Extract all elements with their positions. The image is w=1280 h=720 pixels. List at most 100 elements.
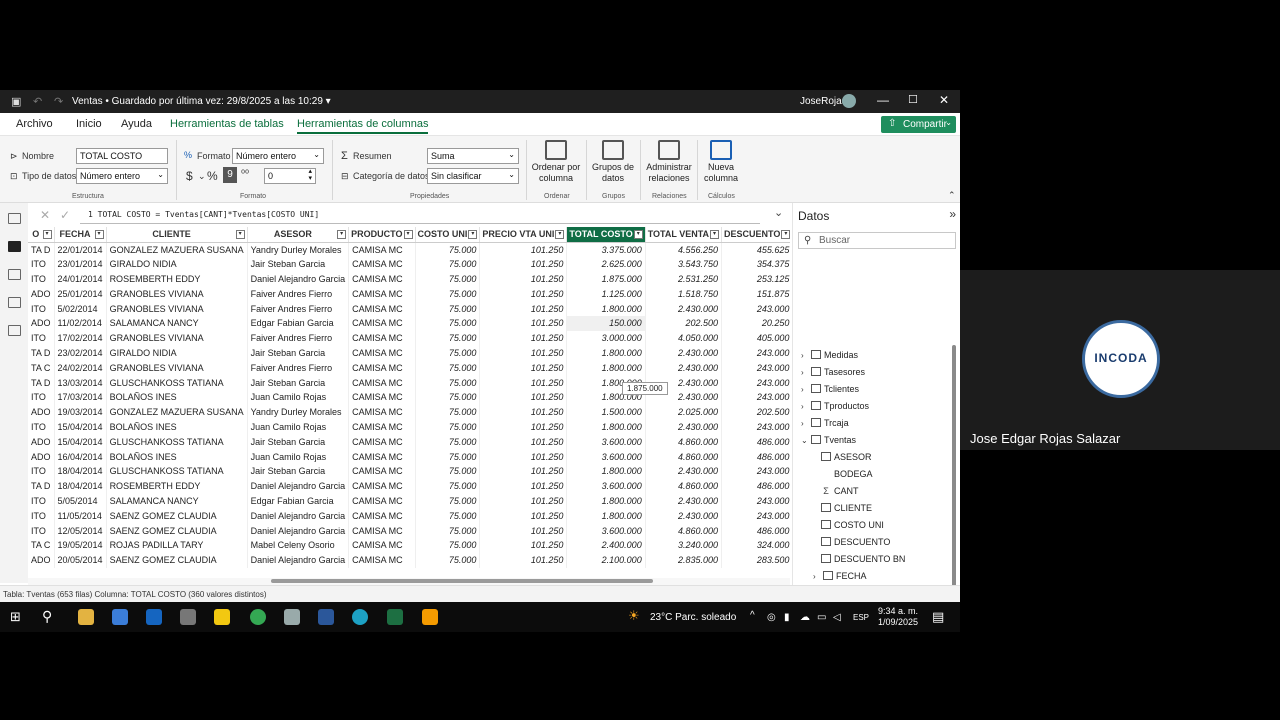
column-header[interactable]: O ▾ xyxy=(28,227,55,243)
table-cell[interactable]: 75.000 xyxy=(415,242,481,257)
table-row[interactable]: ADO 16/04/2014 BOLAÑOS INES Juan Camilo Roj… xyxy=(28,449,790,464)
table-cell[interactable]: 486.000 xyxy=(721,523,790,538)
nombre-input[interactable]: TOTAL COSTO xyxy=(76,148,168,164)
table-cell[interactable]: 20.250 xyxy=(721,315,790,331)
table-cell[interactable]: 101.250 xyxy=(479,419,568,435)
column-header[interactable]: FECHA ▾ xyxy=(54,227,107,243)
tab-inicio[interactable]: Inicio xyxy=(76,118,102,130)
table-cell[interactable]: 75.000 xyxy=(415,463,481,479)
table-cell[interactable]: Juan Camilo Rojas xyxy=(247,419,350,435)
table-cell[interactable]: GRANOBLES VIVIANA xyxy=(106,330,248,346)
store-icon[interactable] xyxy=(112,609,128,625)
table-cell[interactable]: TA D xyxy=(28,375,55,390)
table-cell[interactable]: Daniel Alejandro Garcia xyxy=(247,271,350,287)
table-cell[interactable]: Daniel Alejandro Garcia xyxy=(247,478,350,494)
table-cell[interactable]: Faiver Andres Fierro xyxy=(247,301,350,316)
table-cell[interactable]: ITO xyxy=(28,256,55,272)
table-cell[interactable]: ROSEMBERTH EDDY xyxy=(106,478,248,494)
field-item[interactable]: ASESOR xyxy=(821,452,872,462)
table-cell[interactable]: ADO xyxy=(28,404,55,420)
maximize-button[interactable]: ☐ xyxy=(908,93,918,106)
table-cell[interactable]: Mabel Celeny Osorio xyxy=(247,537,350,553)
table-cell[interactable]: ITO xyxy=(28,463,55,479)
table-cell[interactable]: 455.625 xyxy=(721,242,790,257)
table-cell[interactable]: 101.250 xyxy=(479,345,568,361)
table-cell[interactable]: GONZALEZ MAZUERA SUSANA xyxy=(106,242,248,257)
table-cell[interactable]: ITO xyxy=(28,330,55,346)
table-cell[interactable]: 243.000 xyxy=(721,493,790,509)
table-cell[interactable]: 75.000 xyxy=(415,330,481,346)
grupos-datos-button[interactable]: Grupos de datos xyxy=(590,140,636,184)
table-cell[interactable]: 1.800.000 xyxy=(566,463,646,479)
chevron-right-icon[interactable]: › xyxy=(813,572,823,581)
field-item[interactable]: Σ CANT xyxy=(821,486,858,496)
table-cell[interactable]: SAENZ GOMEZ CLAUDIA xyxy=(106,523,248,538)
table-cell[interactable]: ITO xyxy=(28,523,55,538)
table-cell[interactable]: CAMISA MC xyxy=(348,286,416,302)
table-row[interactable]: ITO 17/02/2014 GRANOBLES VIVIANA Faiver And… xyxy=(28,330,790,346)
table-cell[interactable]: 75.000 xyxy=(415,404,481,420)
table-cell[interactable]: Daniel Alejandro Garcia xyxy=(247,508,350,524)
comma-style-button[interactable]: 9 xyxy=(223,167,237,183)
table-cell[interactable]: CAMISA MC xyxy=(348,271,416,287)
column-header[interactable]: TOTAL VENTA ▾ xyxy=(645,227,723,243)
table-cell[interactable]: TA C xyxy=(28,360,55,376)
table-cell[interactable]: Juan Camilo Rojas xyxy=(247,449,350,464)
table-cell[interactable]: 1.800.000 xyxy=(566,345,646,361)
table-row[interactable]: TA D 18/04/2014 ROSEMBERTH EDDY Daniel Alej… xyxy=(28,478,790,494)
table-cell[interactable]: 101.250 xyxy=(479,315,568,331)
table-cell[interactable]: 3.240.000 xyxy=(645,537,723,553)
window-title[interactable]: Ventas • Guardado por última vez: 29/8/2… xyxy=(72,96,331,107)
app-icon[interactable] xyxy=(284,609,300,625)
table-cell[interactable]: 354.375 xyxy=(721,256,790,272)
user-name[interactable]: JoseRojas xyxy=(800,96,847,107)
table-row[interactable]: ADO 15/04/2014 GLUSCHANKOSS TATIANA Jair St… xyxy=(28,434,790,450)
tray-chevron-icon[interactable]: ^ xyxy=(750,610,755,621)
table-cell[interactable]: 4.860.000 xyxy=(645,478,723,494)
filter-dropdown-icon[interactable]: ▾ xyxy=(555,230,565,239)
table-cell[interactable]: CAMISA MC xyxy=(348,552,416,568)
table-cell[interactable]: 202.500 xyxy=(721,404,790,420)
table-cell[interactable]: 75.000 xyxy=(415,434,481,450)
filter-dropdown-icon[interactable]: ▾ xyxy=(42,230,52,239)
table-cell[interactable]: 101.250 xyxy=(479,256,568,272)
edge-icon[interactable] xyxy=(352,609,368,625)
table-cell[interactable]: 3.600.000 xyxy=(566,449,646,464)
table-cell[interactable]: 75.000 xyxy=(415,345,481,361)
table-node[interactable]: › Tasesores xyxy=(801,367,865,377)
table-cell[interactable]: 2.100.000 xyxy=(566,552,646,568)
table-cell[interactable]: 25/01/2014 xyxy=(54,286,107,302)
table-cell[interactable]: CAMISA MC xyxy=(348,537,416,553)
table-cell[interactable]: 5/05/2014 xyxy=(54,493,107,509)
column-header[interactable]: ASESOR ▾ xyxy=(247,227,350,243)
table-row[interactable]: ADO 20/05/2014 SAENZ GOMEZ CLAUDIA Daniel A… xyxy=(28,552,790,568)
table-row[interactable]: TA C 24/02/2014 GRANOBLES VIVIANA Faiver An… xyxy=(28,360,790,376)
model-view-icon[interactable] xyxy=(8,269,21,280)
table-cell[interactable]: Juan Camilo Rojas xyxy=(247,389,350,405)
table-cell[interactable]: SALAMANCA NANCY xyxy=(106,315,248,331)
table-view-icon[interactable] xyxy=(8,241,21,252)
table-cell[interactable]: 75.000 xyxy=(415,256,481,272)
table-cell[interactable]: ITO xyxy=(28,389,55,405)
save-icon[interactable]: ▣ xyxy=(11,95,21,108)
table-cell[interactable]: ADO xyxy=(28,434,55,450)
table-cell[interactable]: 1.800.000 xyxy=(566,360,646,376)
stepper-icon[interactable]: ▴ ▾ xyxy=(308,168,312,182)
table-cell[interactable]: 75.000 xyxy=(415,449,481,464)
table-cell[interactable]: 75.000 xyxy=(415,286,481,302)
word-icon[interactable] xyxy=(318,609,334,625)
field-item[interactable]: COSTO UNI xyxy=(821,520,884,530)
table-cell[interactable]: 1.518.750 xyxy=(645,286,723,302)
table-cell[interactable]: 75.000 xyxy=(415,375,481,390)
table-cell[interactable]: 101.250 xyxy=(479,360,568,376)
table-cell[interactable]: CAMISA MC xyxy=(348,463,416,479)
table-cell[interactable]: ADO xyxy=(28,286,55,302)
table-cell[interactable]: 243.000 xyxy=(721,375,790,390)
table-cell[interactable]: 1.800.000 xyxy=(566,493,646,509)
table-cell[interactable]: 253.125 xyxy=(721,271,790,287)
table-cell[interactable]: 17/02/2014 xyxy=(54,330,107,346)
chevron-right-icon[interactable]: › xyxy=(801,351,811,360)
table-cell[interactable]: Daniel Alejandro Garcia xyxy=(247,552,350,568)
table-cell[interactable]: 75.000 xyxy=(415,493,481,509)
file-explorer-icon[interactable] xyxy=(78,609,94,625)
